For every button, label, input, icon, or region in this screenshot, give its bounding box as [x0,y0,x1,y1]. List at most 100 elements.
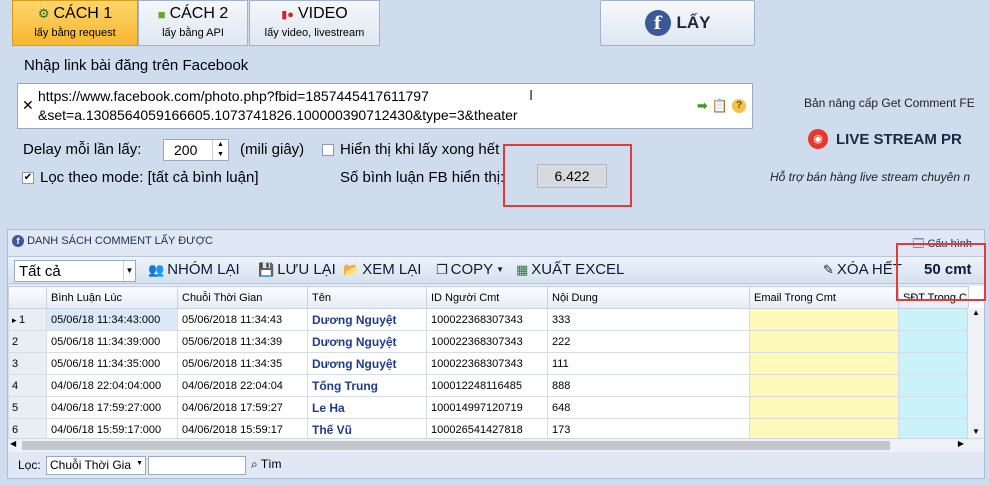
table-row[interactable]: 2 05/06/18 11:34:39:000 05/06/2018 11:34:3… [8,330,969,353]
comment-grid[interactable]: Bình Luận Lúc Chuỗi Thời Gian Tên ID Ngư… [8,286,984,438]
cell-time[interactable]: 05/06/18 11:34:35:000 [46,352,178,375]
filter-select[interactable]: Tất cả ▼ [14,260,136,282]
cell-name[interactable]: Le Ha [307,396,427,419]
cell-chain[interactable]: 04/06/2018 22:04:04 [177,374,308,397]
tab-cach-2[interactable]: ■ CÁCH 2 lấy bằng API [138,0,248,46]
cell-chain[interactable]: 04/06/2018 15:59:17 [177,418,308,438]
cell-phone[interactable] [898,396,969,419]
view-button[interactable]: 📂 XEM LẠI [343,261,421,278]
cell-phone[interactable] [898,330,969,353]
cell-name[interactable]: Dương Nguyệt [307,308,427,331]
tab-video[interactable]: ▮● VIDEO lấy video, livestream [249,0,380,46]
cell-email[interactable] [749,352,899,375]
cell-id[interactable]: 100014997120719 [426,396,548,419]
row-number[interactable]: 6 [8,418,47,438]
table-row[interactable]: 5 04/06/18 17:59:27:000 04/06/2018 17:59:2… [8,396,969,419]
tab-label: CÁCH 2 [169,5,229,22]
cell-chain[interactable]: 04/06/2018 17:59:27 [177,396,308,419]
column-header[interactable]: Bình Luận Lúc [46,286,178,309]
cell-chain[interactable]: 05/06/2018 11:34:39 [177,330,308,353]
export-excel-button[interactable]: ▦ XUẤT EXCEL [516,261,624,278]
scroll-left-icon[interactable]: ◀ [10,439,16,448]
get-button[interactable]: f LẤY [600,0,755,46]
cell-content[interactable]: 888 [547,374,750,397]
clear-all-button[interactable]: ✎ XÓA HẾT [823,261,902,278]
cell-id[interactable]: 100022368307343 [426,352,548,375]
dropdown-arrow-icon: ▼ [496,265,505,274]
table-row[interactable]: 6 04/06/18 15:59:17:000 04/06/2018 15:59:1… [8,418,969,438]
cell-content[interactable]: 333 [547,308,750,331]
scroll-right-icon[interactable]: ▶ [958,439,964,448]
column-header[interactable]: Tên [307,286,427,309]
horizontal-scroll-thumb[interactable] [22,441,890,450]
cell-name[interactable]: Dương Nguyệt [307,330,427,353]
cell-content[interactable]: 111 [547,352,750,375]
filter-field-select[interactable]: Chuỗi Thời Gia ▼ [46,456,146,475]
column-header[interactable]: Nội Dung [547,286,750,309]
cell-id[interactable]: 100022368307343 [426,330,548,353]
cell-name[interactable]: Dương Nguyệt [307,352,427,375]
table-row[interactable]: 4 04/06/18 22:04:04:000 04/06/2018 22:04:0… [8,374,969,397]
copy-button[interactable]: ❐ COPY ▼ [436,261,504,278]
cell-content[interactable]: 173 [547,418,750,438]
arrow-right-icon[interactable]: ➡ [697,98,708,114]
row-number[interactable]: ▸ 1 [8,308,47,331]
help-icon[interactable]: ? [732,99,746,113]
delay-label: Delay mỗi lần lấy: [23,141,142,158]
row-number[interactable]: 2 [8,330,47,353]
cell-id[interactable]: 100012248116485 [426,374,548,397]
paste-icon[interactable]: 📋 [712,98,728,114]
cell-id[interactable]: 100022368307343 [426,308,548,331]
cell-chain[interactable]: 05/06/2018 11:34:35 [177,352,308,375]
column-header[interactable]: Chuỗi Thời Gian [177,286,308,309]
live-stream-text: LIVE STREAM PR [836,130,962,148]
horizontal-scrollbar[interactable]: ◀ ▶ [8,438,984,452]
column-header[interactable]: Email Trong Cmt [749,286,899,309]
cell-chain[interactable]: 05/06/2018 11:34:43 [177,308,308,331]
save-button[interactable]: 💾 LƯU LẠI [258,261,336,278]
delay-unit: (mili giây) [240,141,305,158]
filter-select-value: Tất cả [19,263,61,280]
cell-id[interactable]: 100026541427818 [426,418,548,438]
vertical-scrollbar[interactable]: ▲ ▼ [967,308,984,438]
filter-search-input[interactable] [148,456,246,475]
cell-phone[interactable] [898,352,969,375]
cell-time[interactable]: 05/06/18 11:34:39:000 [46,330,178,353]
cell-time[interactable]: 04/06/18 22:04:04:000 [46,374,178,397]
facebook-small-icon: f [12,235,24,247]
row-number[interactable]: 5 [8,396,47,419]
cell-phone[interactable] [898,418,969,438]
link-input[interactable]: ✕ https://www.facebook.com/photo.php?fbi… [17,83,753,129]
cell-name[interactable]: Tống Trung [307,374,427,397]
cell-email[interactable] [749,308,899,331]
cell-email[interactable] [749,374,899,397]
scroll-up-icon[interactable]: ▲ [968,308,984,317]
group-button[interactable]: 👥 NHÓM LẠI [148,261,240,278]
cell-content[interactable]: 222 [547,330,750,353]
scroll-down-icon[interactable]: ▼ [968,427,984,436]
row-number[interactable]: 4 [8,374,47,397]
search-button[interactable]: ⌕ Tìm [251,457,282,472]
cell-time[interactable]: 05/06/18 11:34:43:000 [46,308,178,331]
cell-email[interactable] [749,418,899,438]
tab-cach-1[interactable]: ⚙ CÁCH 1 lấy bằng request [12,0,138,46]
cell-time[interactable]: 04/06/18 15:59:17:000 [46,418,178,438]
cell-content[interactable]: 648 [547,396,750,419]
column-header[interactable]: ID Người Cmt [426,286,548,309]
delay-stepper[interactable]: 200 ▲ ▼ [163,139,229,161]
cell-name[interactable]: Thế Vũ [307,418,427,438]
cell-phone[interactable] [898,308,969,331]
row-number[interactable]: 3 [8,352,47,375]
cell-phone[interactable] [898,374,969,397]
filter-mode-checkbox[interactable]: ✔ Lọc theo mode: [tất cả bình luận] [22,169,258,186]
cell-time[interactable]: 04/06/18 17:59:27:000 [46,396,178,419]
table-row[interactable]: 3 05/06/18 11:34:35:000 05/06/2018 11:34:3… [8,352,969,375]
live-stream-link[interactable]: ◉ LIVE STREAM PR [808,129,962,149]
clear-link-icon[interactable]: ✕ [22,97,34,114]
table-row[interactable]: ▸ 1 05/06/18 11:34:43:000 05/06/2018 11:34… [8,308,969,331]
show-after-checkbox[interactable]: Hiển thị khi lấy xong hết [322,141,499,158]
stepper-arrows-icon[interactable]: ▲ ▼ [212,140,228,160]
cell-email[interactable] [749,330,899,353]
comment-table: Bình Luận Lúc Chuỗi Thời Gian Tên ID Ngư… [8,286,969,438]
cell-email[interactable] [749,396,899,419]
